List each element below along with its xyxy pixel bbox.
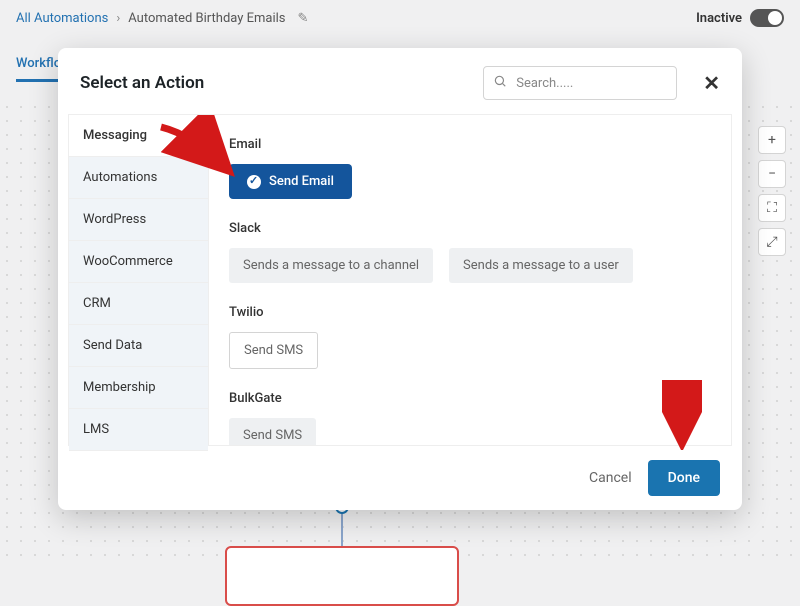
- sidebar-item-send-data[interactable]: Send Data: [69, 325, 208, 367]
- cancel-button[interactable]: Cancel: [589, 470, 632, 486]
- status-toggle[interactable]: [750, 9, 784, 27]
- breadcrumb: All Automations › Automated Birthday Ema…: [16, 11, 308, 26]
- select-action-modal: Select an Action ✕ Messaging Automations…: [58, 48, 742, 510]
- sidebar-item-crm[interactable]: CRM: [69, 283, 208, 325]
- section-title-bulkgate: BulkGate: [229, 391, 711, 406]
- sidebar-item-woocommerce[interactable]: WooCommerce: [69, 241, 208, 283]
- canvas-controls: + − ⛶ ⤢: [758, 126, 786, 256]
- status-label: Inactive: [696, 11, 742, 26]
- sidebar-item-membership[interactable]: Membership: [69, 367, 208, 409]
- sidebar-item-automations[interactable]: Automations: [69, 157, 208, 199]
- top-bar: All Automations › Automated Birthday Ema…: [0, 0, 800, 36]
- twilio-sms-action[interactable]: Send SMS: [229, 332, 318, 369]
- sidebar-item-wordpress[interactable]: WordPress: [69, 199, 208, 241]
- slack-user-action[interactable]: Sends a message to a user: [449, 248, 633, 283]
- breadcrumb-root[interactable]: All Automations: [16, 11, 108, 26]
- sidebar-item-messaging[interactable]: Messaging: [69, 115, 208, 157]
- breadcrumb-current: Automated Birthday Emails: [128, 11, 285, 26]
- search-input[interactable]: [483, 66, 677, 100]
- fit-button[interactable]: ⤢: [758, 228, 786, 256]
- slack-channel-action[interactable]: Sends a message to a channel: [229, 248, 433, 283]
- action-categories-sidebar: Messaging Automations WordPress WooComme…: [69, 115, 209, 445]
- fullscreen-button[interactable]: ⛶: [758, 194, 786, 222]
- zoom-in-button[interactable]: +: [758, 126, 786, 154]
- section-title-email: Email: [229, 137, 711, 152]
- section-title-twilio: Twilio: [229, 305, 711, 320]
- check-circle-icon: [247, 175, 261, 189]
- pencil-icon[interactable]: ✎: [298, 11, 309, 26]
- bulkgate-sms-action[interactable]: Send SMS: [229, 418, 316, 445]
- send-email-action[interactable]: Send Email: [229, 164, 352, 199]
- search-icon: [493, 74, 507, 92]
- sidebar-item-lms[interactable]: LMS: [69, 409, 208, 451]
- zoom-out-button[interactable]: −: [758, 160, 786, 188]
- modal-title: Select an Action: [80, 73, 204, 93]
- goal-node[interactable]: [225, 546, 459, 606]
- actions-panel: Email Send Email Slack Sends a message t…: [209, 115, 731, 445]
- done-button[interactable]: Done: [648, 460, 720, 496]
- action-label: Send Email: [269, 174, 334, 189]
- close-button[interactable]: ✕: [703, 71, 720, 95]
- chevron-right-icon: ›: [116, 11, 120, 26]
- section-title-slack: Slack: [229, 221, 711, 236]
